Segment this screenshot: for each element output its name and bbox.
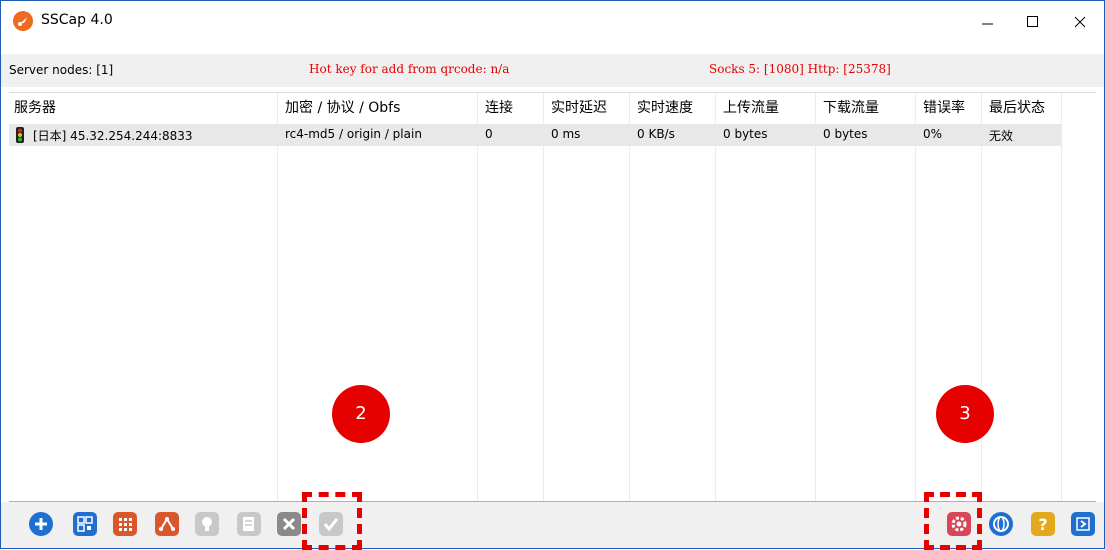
cell-latency: 0 ms — [551, 127, 581, 141]
bulb-icon — [202, 517, 212, 531]
column-header-download[interactable]: 下载流量 — [823, 97, 879, 117]
add-icon — [35, 518, 47, 530]
column-header-upload[interactable]: 上传流量 — [723, 97, 779, 117]
globe-icon — [993, 516, 1009, 532]
cell-encryption: rc4-md5 / origin / plain — [285, 127, 422, 141]
delete-button[interactable] — [277, 512, 301, 536]
column-header-speed[interactable]: 实时速度 — [637, 97, 693, 117]
ports-text: Socks 5: [1080] Http: [25378] — [709, 62, 891, 76]
app-window: SSCap 4.0 Server nodes: [1] Hot key for … — [0, 0, 1105, 549]
cell-download: 0 bytes — [823, 127, 868, 141]
minimize-icon — [982, 23, 993, 25]
server-nodes-text: Server nodes: [1] — [9, 63, 114, 77]
server-table: 服务器 加密 / 协议 / Obfs 连接 实时延迟 实时速度 上传流量 下载流… — [9, 92, 1096, 502]
column-header-error-rate[interactable]: 错误率 — [923, 97, 965, 117]
grid-button[interactable] — [113, 512, 137, 536]
maximize-icon — [1027, 16, 1038, 27]
delete-icon — [282, 517, 296, 531]
share-button[interactable] — [155, 512, 179, 536]
help-icon: ? — [1038, 515, 1047, 534]
cell-error-rate: 0% — [923, 127, 943, 141]
help-button[interactable]: ? — [1031, 512, 1055, 536]
highlight-box-check — [302, 492, 362, 550]
minimize-button[interactable] — [965, 1, 1010, 43]
column-header-latency[interactable]: 实时延迟 — [551, 97, 607, 117]
cell-connections: 0 — [485, 127, 493, 141]
add-button[interactable] — [29, 512, 53, 536]
close-icon — [1074, 16, 1086, 28]
maximize-button[interactable] — [1010, 1, 1055, 43]
status-bar: Server nodes: [1] Hot key for add from q… — [1, 54, 1104, 87]
cell-last-status: 无效 — [989, 129, 1014, 143]
edit-button[interactable] — [237, 512, 261, 536]
qrcode-button[interactable] — [73, 512, 97, 536]
bulb-button[interactable] — [195, 512, 219, 536]
highlight-box-settings — [924, 492, 982, 550]
annotation-marker-3: 3 — [936, 385, 994, 443]
column-header-connections[interactable]: 连接 — [485, 97, 513, 117]
traffic-light-icon — [15, 127, 25, 143]
column-header-server[interactable]: 服务器 — [14, 97, 56, 117]
qrcode-icon — [77, 516, 93, 532]
annotation-marker-2: 2 — [332, 385, 390, 443]
close-button[interactable] — [1057, 1, 1102, 43]
grid-icon — [119, 518, 132, 531]
table-row[interactable]: [日本] 45.32.254.244:8833 rc4-md5 / origin… — [9, 124, 1061, 146]
hotkey-text: Hot key for add from qrcode: n/a — [309, 62, 510, 76]
title-bar: SSCap 4.0 — [1, 1, 1104, 43]
cell-server: [日本] 45.32.254.244:8833 — [33, 129, 193, 143]
column-header-encryption[interactable]: 加密 / 协议 / Obfs — [285, 97, 400, 117]
edit-icon — [243, 517, 254, 531]
window-title: SSCap 4.0 — [41, 12, 113, 28]
exit-icon — [1076, 517, 1090, 531]
cell-upload: 0 bytes — [723, 127, 768, 141]
cell-speed: 0 KB/s — [637, 127, 675, 141]
svg-text:?: ? — [1038, 515, 1047, 534]
app-logo-icon — [13, 11, 33, 31]
exit-button[interactable] — [1071, 512, 1095, 536]
column-header-last-status[interactable]: 最后状态 — [989, 97, 1045, 117]
globe-button[interactable] — [989, 512, 1013, 536]
share-icon — [159, 517, 175, 531]
